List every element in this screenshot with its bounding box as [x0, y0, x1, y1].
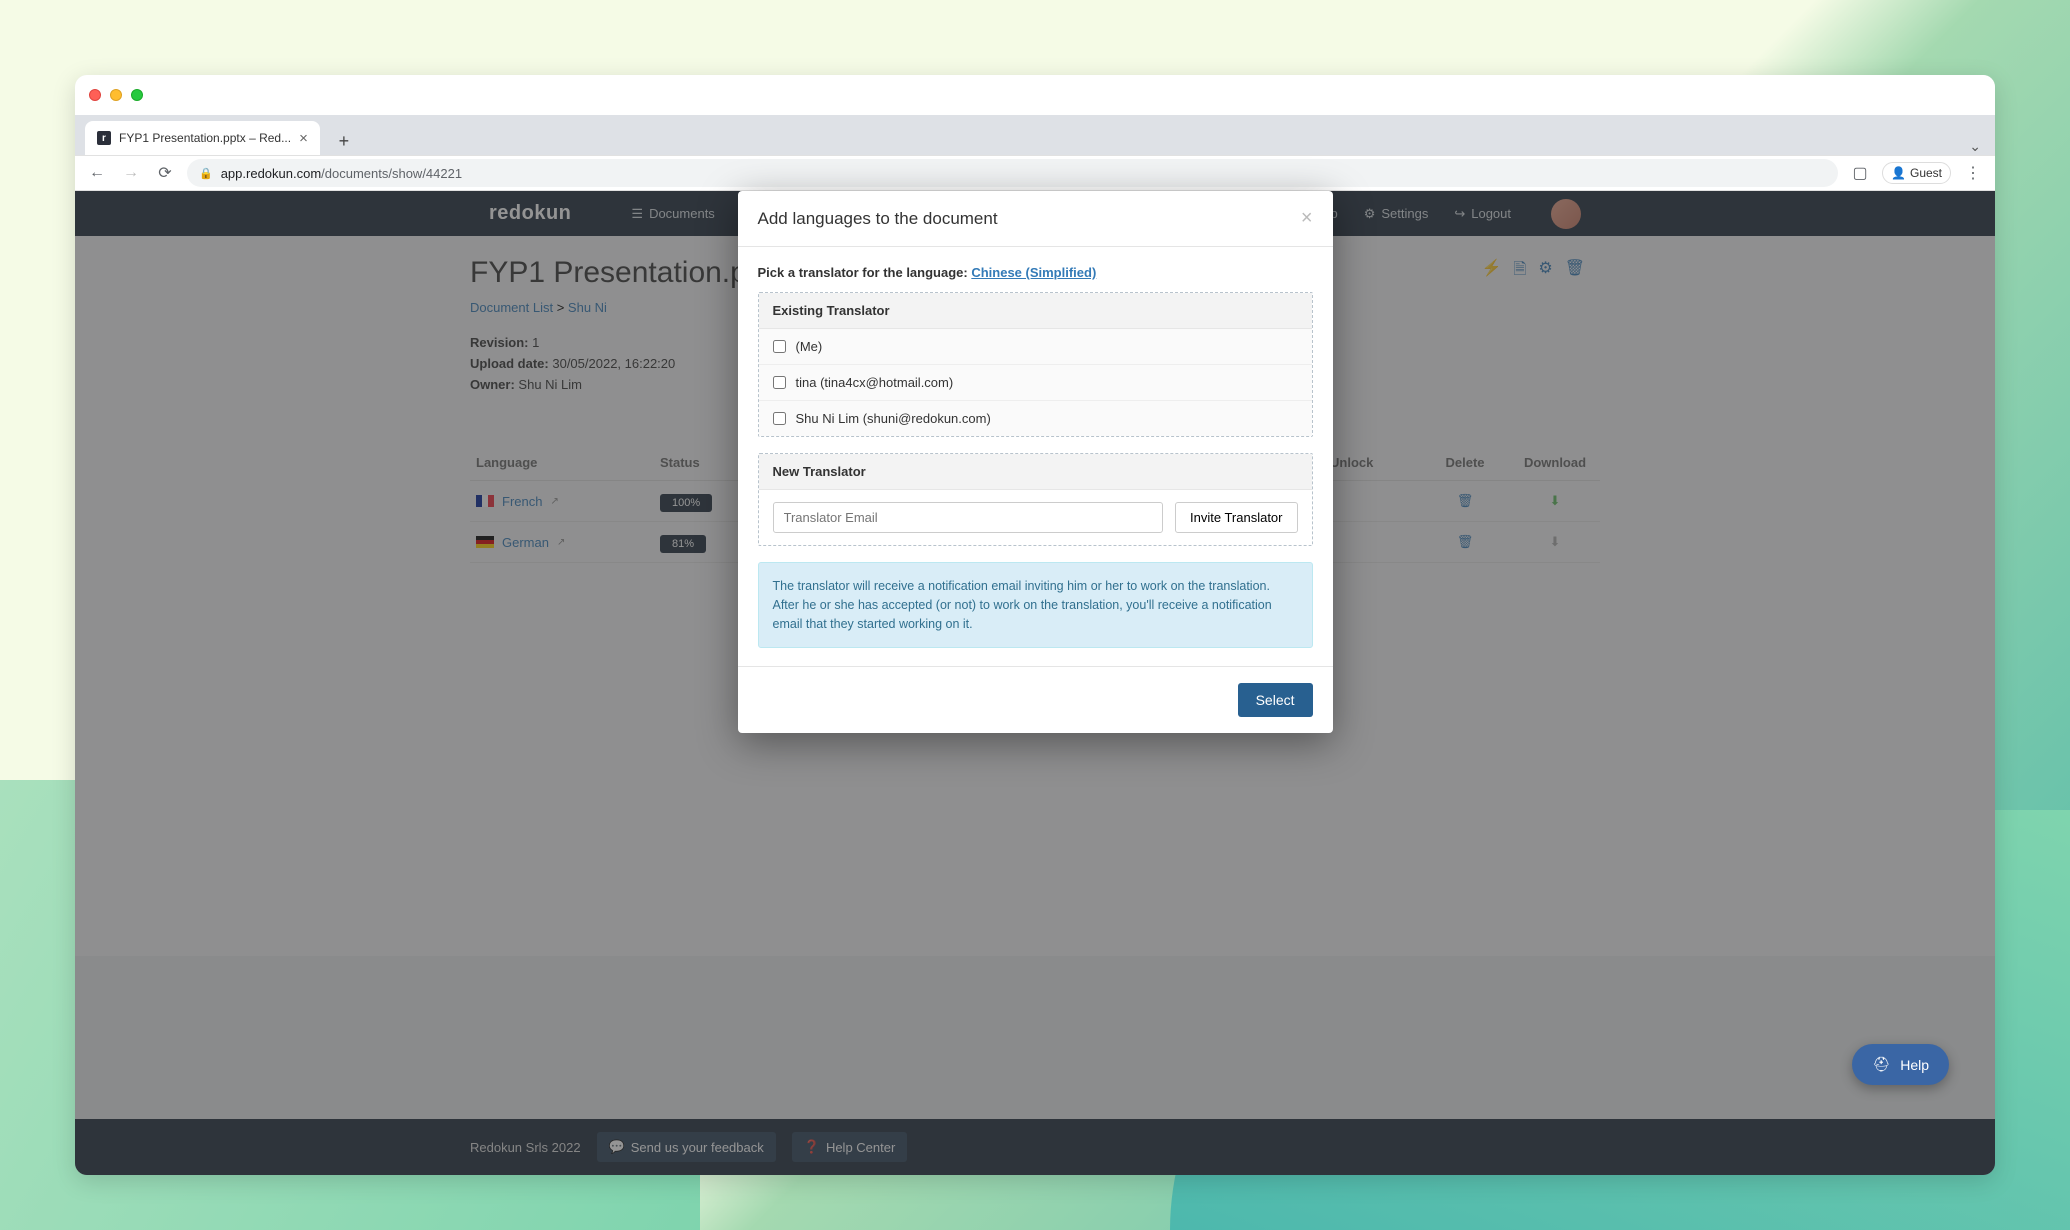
browser-tab-active[interactable]: r FYP1 Presentation.pptx – Red... ×	[85, 121, 320, 155]
language-link[interactable]: Chinese (Simplified)	[971, 265, 1096, 280]
traffic-lights	[89, 89, 143, 101]
browser-titlebar	[75, 75, 1995, 115]
existing-translator-heading: Existing Translator	[759, 293, 1312, 329]
new-tab-button[interactable]: +	[330, 127, 358, 155]
translator-email-input[interactable]	[773, 502, 1164, 533]
forward-button[interactable]: →	[119, 161, 143, 185]
invite-translator-button[interactable]: Invite Translator	[1175, 502, 1298, 533]
tabs-dropdown-icon[interactable]: ⌄	[1969, 138, 1981, 155]
profile-chip[interactable]: 👤 Guest	[1882, 162, 1951, 184]
browser-tabs: r FYP1 Presentation.pptx – Red... × + ⌄	[75, 115, 1995, 155]
new-translator-heading: New Translator	[759, 454, 1312, 490]
window-maximize-button[interactable]	[131, 89, 143, 101]
modal-header: Add languages to the document ×	[738, 191, 1333, 247]
address-bar: ← → ⟳ 🔒 app.redokun.com/documents/show/4…	[75, 155, 1995, 191]
url-field[interactable]: 🔒 app.redokun.com/documents/show/44221	[187, 159, 1838, 187]
existing-translator-box: Existing Translator (Me) tina (tina4cx@h…	[758, 292, 1313, 437]
new-translator-box: New Translator Invite Translator	[758, 453, 1313, 546]
translator-option[interactable]: tina (tina4cx@hotmail.com)	[759, 365, 1312, 401]
translator-checkbox[interactable]	[773, 376, 786, 389]
profile-label: Guest	[1910, 166, 1942, 180]
url-domain: app.redokun.com	[221, 166, 321, 181]
back-button[interactable]: ←	[85, 161, 109, 185]
tab-close-icon[interactable]: ×	[299, 130, 308, 147]
translator-option[interactable]: (Me)	[759, 329, 1312, 365]
reload-button[interactable]: ⟳	[153, 161, 177, 185]
tab-title: FYP1 Presentation.pptx – Red...	[119, 131, 291, 145]
person-icon: 👤	[1891, 166, 1906, 180]
panel-icon[interactable]: ▢	[1848, 161, 1872, 185]
kebab-menu-icon[interactable]: ⋮	[1961, 161, 1985, 185]
translator-checkbox[interactable]	[773, 340, 786, 353]
modal-footer: Select	[738, 666, 1333, 733]
modal-close-button[interactable]: ×	[1301, 207, 1313, 230]
translator-option[interactable]: Shu Ni Lim (shuni@redokun.com)	[759, 401, 1312, 436]
modal-title: Add languages to the document	[758, 209, 998, 229]
pick-translator-line: Pick a translator for the language: Chin…	[758, 265, 1313, 280]
translator-checkbox[interactable]	[773, 412, 786, 425]
browser-window: r FYP1 Presentation.pptx – Red... × + ⌄ …	[75, 75, 1995, 1175]
help-widget[interactable]: ⛑ Help	[1852, 1044, 1949, 1085]
window-minimize-button[interactable]	[110, 89, 122, 101]
favicon: r	[97, 131, 111, 145]
info-box: The translator will receive a notificati…	[758, 562, 1313, 648]
lock-icon: 🔒	[199, 167, 213, 180]
modal-overlay[interactable]: Add languages to the document × Pick a t…	[75, 191, 1995, 1175]
select-button[interactable]: Select	[1238, 683, 1313, 717]
life-ring-icon: ⛑	[1872, 1056, 1890, 1073]
add-languages-modal: Add languages to the document × Pick a t…	[738, 191, 1333, 733]
window-close-button[interactable]	[89, 89, 101, 101]
url-path: /documents/show/44221	[321, 166, 462, 181]
